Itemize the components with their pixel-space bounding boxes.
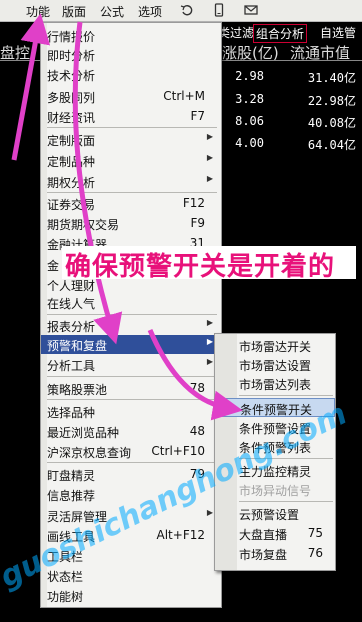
arrow-to-alert-toggle (147, 329, 243, 421)
annotation-arrows (11, 13, 243, 421)
arrow-to-function-menu (11, 13, 51, 161)
arrow-to-alerts-menu (72, 21, 123, 345)
annotation-text: 确保预警开关是开着的 (65, 252, 336, 282)
annotation-banner: 确保预警开关是开着的 (62, 246, 356, 282)
